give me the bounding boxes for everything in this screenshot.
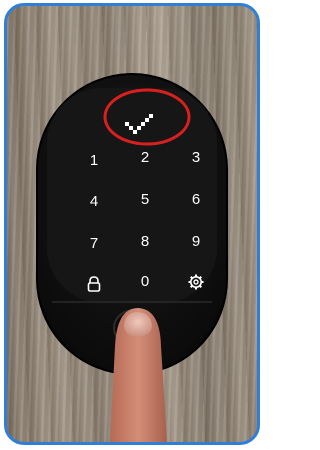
key-7[interactable]: 7 bbox=[79, 234, 109, 254]
key-3[interactable]: 3 bbox=[181, 148, 211, 168]
key-5[interactable]: 5 bbox=[130, 190, 160, 210]
gear-icon[interactable] bbox=[187, 273, 205, 291]
key-0[interactable]: 0 bbox=[130, 272, 160, 292]
key-4[interactable]: 4 bbox=[79, 192, 109, 212]
key-2[interactable]: 2 bbox=[130, 148, 160, 168]
lock-icon[interactable] bbox=[85, 275, 103, 293]
key-8[interactable]: 8 bbox=[130, 232, 160, 252]
key-9[interactable]: 9 bbox=[181, 232, 211, 252]
key-1[interactable]: 1 bbox=[79, 151, 109, 171]
scene bbox=[36, 73, 228, 442]
photo-frame: 1 2 3 4 5 6 7 8 9 0 bbox=[4, 3, 260, 445]
key-6[interactable]: 6 bbox=[181, 190, 211, 210]
